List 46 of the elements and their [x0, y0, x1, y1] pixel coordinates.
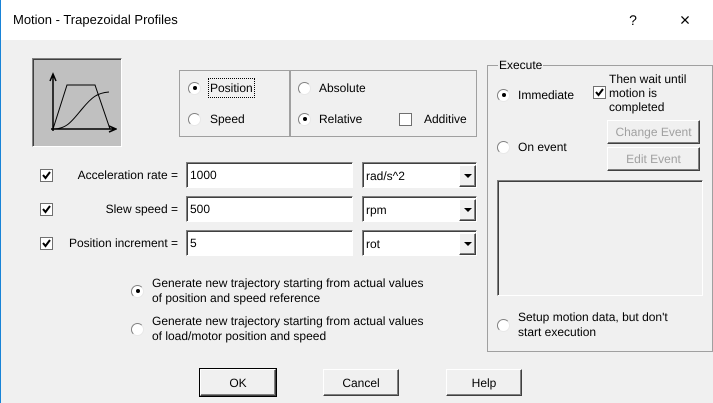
option-label[interactable]: Speed [209, 110, 246, 128]
event-list[interactable] [497, 180, 703, 296]
unit-value: rad/s^2 [365, 168, 406, 185]
help-title-button[interactable]: ? [609, 4, 657, 36]
option-label[interactable]: Then wait until motion is completed [609, 72, 701, 114]
parameter-label: Position increment = [68, 235, 179, 252]
wait-checkbox[interactable] [593, 86, 606, 99]
option-label[interactable]: Setup motion data, but don't start execution [518, 310, 688, 340]
group-title: Execute [498, 57, 544, 74]
parameter-label: Slew speed = [104, 201, 179, 218]
unit-dropdown[interactable]: rpm [362, 196, 477, 222]
profile-graph-button[interactable] [32, 58, 122, 147]
dialog-button[interactable]: OK [200, 369, 276, 396]
unit-value: rpm [365, 202, 388, 219]
parameter-label: Acceleration rate = [76, 167, 179, 184]
option-label[interactable]: Position [209, 79, 254, 97]
enable-checkbox[interactable] [40, 168, 53, 182]
enable-checkbox[interactable] [40, 236, 53, 250]
enable-checkbox[interactable] [40, 202, 53, 216]
dialog-button[interactable]: Cancel [323, 369, 399, 396]
option-label[interactable]: Generate new trajectory starting from actual values of position and speed reference [152, 276, 427, 306]
radio-button[interactable] [497, 140, 510, 154]
option-label[interactable]: Additive [424, 110, 467, 128]
dialog-button[interactable]: Help [446, 369, 522, 396]
radio-button[interactable] [298, 82, 311, 94]
unit-value: rot [365, 236, 382, 253]
option-label[interactable]: Absolute [319, 79, 391, 97]
radio-button[interactable] [131, 322, 144, 336]
radio-button[interactable] [188, 82, 201, 94]
option-label[interactable]: Generate new trajectory starting from actual values of load/motor position and speed [152, 314, 427, 344]
value-field[interactable]: 5 [186, 230, 353, 256]
close-button[interactable]: × [657, 4, 713, 36]
radio-button[interactable] [298, 112, 311, 126]
radio-button[interactable] [497, 88, 510, 102]
value-field[interactable]: 1000 [186, 162, 353, 188]
unit-dropdown[interactable]: rad/s^2 [362, 162, 477, 188]
radio-button[interactable] [497, 318, 510, 332]
window-title: Motion - Trapezoidal Profiles [13, 11, 179, 30]
radio-button[interactable] [188, 112, 201, 126]
option-label[interactable]: Immediate [518, 86, 574, 104]
additive-checkbox[interactable] [399, 112, 412, 126]
radio-button[interactable] [131, 284, 144, 298]
option-label[interactable]: Relative [319, 110, 391, 128]
value-field[interactable]: 500 [186, 196, 353, 222]
unit-dropdown[interactable]: rot [362, 230, 477, 256]
option-label[interactable]: On event [518, 138, 567, 156]
